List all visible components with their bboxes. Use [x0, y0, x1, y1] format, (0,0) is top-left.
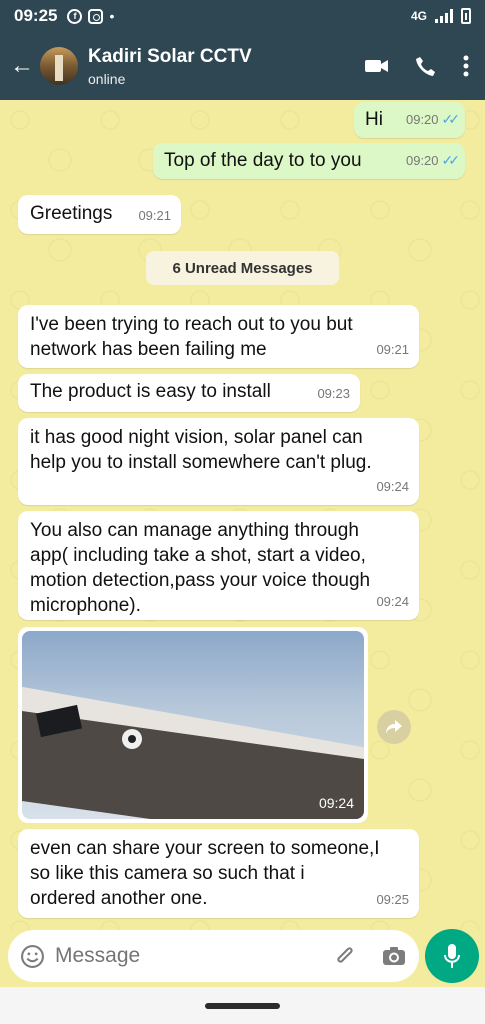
mobile-data-icon: 4G [411, 10, 427, 22]
chat-header: ← Kadiri Solar CCTV online [0, 32, 485, 100]
contact-avatar[interactable] [40, 47, 78, 85]
message-input[interactable] [55, 944, 305, 968]
message-input-bar [8, 930, 419, 982]
forward-icon [386, 720, 402, 734]
cctv-photo[interactable]: 09:24 [22, 631, 364, 819]
message-time: 09:23 [317, 381, 350, 406]
back-arrow-icon[interactable]: ← [10, 52, 34, 80]
message-time: 09:25 [376, 887, 409, 912]
header-actions [364, 55, 469, 77]
contact-status: online [88, 70, 126, 87]
time-text: 09:24 [376, 479, 409, 494]
time-text: 09:21 [138, 208, 171, 223]
signal-icon [435, 9, 453, 23]
message-bubble[interactable]: Hi 09:20 ✓✓ [354, 102, 465, 138]
message-time: 09:24 [376, 589, 409, 614]
message-bubble[interactable]: even can share your screen to someone,I … [18, 829, 419, 918]
status-icons-right: 4G [411, 8, 471, 24]
unread-messages-divider: 6 Unread Messages [146, 251, 339, 285]
status-bar: 09:25 f • 4G [0, 0, 485, 32]
voice-record-button[interactable] [425, 929, 479, 983]
message-text: Top of the day to to you [164, 150, 362, 171]
time-text: 09:20 [405, 153, 439, 168]
system-navigation-bar [0, 987, 485, 1024]
time-text: 09:21 [376, 342, 409, 357]
status-time: 09:25 [14, 6, 58, 25]
network-type: 4G [410, 9, 427, 23]
camera-icon[interactable] [381, 944, 407, 968]
video-call-icon[interactable] [364, 56, 389, 76]
message-text: Greetings [30, 203, 113, 224]
time-text: 09:24 [376, 594, 409, 609]
mic-icon [444, 944, 460, 968]
message-text: Hi [365, 109, 383, 130]
instagram-icon [88, 8, 104, 24]
message-time: 09:20 ✓✓ [405, 148, 461, 173]
message-text: The product is easy to install [30, 381, 271, 402]
home-indicator[interactable] [205, 1003, 280, 1009]
message-bubble[interactable]: I've been trying to reach out to you but… [18, 305, 419, 368]
phone-call-icon[interactable] [415, 55, 437, 77]
battery-icon [461, 8, 471, 24]
status-dot: • [109, 8, 115, 24]
camera-shape [122, 729, 142, 749]
image-time: 09:24 [318, 795, 354, 811]
message-text: even can share your screen to someone,I … [30, 838, 380, 909]
forward-button[interactable] [377, 710, 411, 744]
message-bubble[interactable]: You also can manage anything through app… [18, 511, 419, 620]
message-time: 09:21 [138, 203, 171, 228]
message-text: it has good night vision, solar panel ca… [30, 427, 372, 473]
message-bubble[interactable]: The product is easy to install 09:23 [18, 374, 360, 412]
time-text: 09:20 [405, 112, 439, 127]
more-options-icon[interactable] [463, 55, 469, 77]
time-text: 09:23 [317, 386, 350, 401]
message-time: 09:20 ✓✓ [405, 107, 461, 132]
message-bubble[interactable]: Top of the day to to you 09:20 ✓✓ [153, 143, 465, 179]
facebook-icon: f [67, 8, 83, 24]
message-text: You also can manage anything through app… [30, 520, 371, 616]
message-time: 09:24 [376, 474, 409, 499]
message-text: I've been trying to reach out to you but… [30, 314, 353, 360]
emoji-icon[interactable] [20, 944, 45, 969]
read-receipt-icon: ✓✓ [441, 111, 461, 127]
contact-name[interactable]: Kadiri Solar CCTV [88, 46, 252, 68]
paperclip-icon[interactable] [333, 944, 357, 968]
status-icons-left: f • [67, 8, 114, 24]
message-bubble[interactable]: it has good night vision, solar panel ca… [18, 418, 419, 505]
input-actions [333, 944, 407, 968]
message-bubble[interactable]: Greetings 09:21 [18, 195, 181, 234]
chat-area[interactable]: Hi 09:20 ✓✓ Top of the day to to you 09:2… [0, 100, 485, 930]
message-time: 09:21 [376, 337, 409, 362]
contact-info[interactable]: Kadiri Solar CCTV online [88, 46, 252, 87]
time-text: 09:25 [376, 892, 409, 907]
read-receipt-icon: ✓✓ [441, 152, 461, 168]
image-message[interactable]: 09:24 [18, 627, 368, 823]
